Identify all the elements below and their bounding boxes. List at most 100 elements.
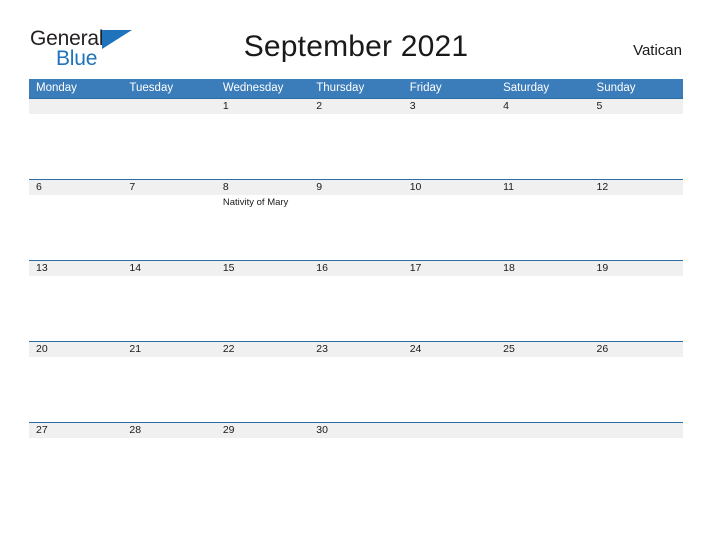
day-number: 28	[129, 424, 142, 436]
day-cell-2[interactable]: 2	[309, 99, 403, 179]
day-events	[223, 438, 302, 440]
day-number: 11	[503, 181, 515, 193]
day-cell-11[interactable]: 11	[496, 180, 590, 260]
day-events	[316, 438, 395, 440]
day-events	[410, 438, 489, 440]
week-cells: 6 7 8 Nativity of Mary 9 10 11 12	[29, 180, 683, 260]
weekday-header-wednesday: Wednesday	[222, 82, 284, 94]
day-events	[597, 276, 676, 278]
calendar-table: Monday Tuesday Wednesday Thursday Friday Satu…	[29, 79, 683, 503]
calendar-week-row: 20 21 22 23 24 25 26	[29, 341, 683, 422]
day-number: 30	[316, 424, 328, 436]
day-number: 26	[596, 343, 609, 355]
day-number: 24	[409, 343, 422, 355]
day-number: 16	[316, 262, 328, 274]
day-number: 17	[409, 262, 422, 274]
day-number: 1	[222, 100, 229, 112]
day-cell-10[interactable]: 10	[402, 180, 497, 260]
week-cells: 20 21 22 23 24 25 26	[29, 342, 683, 422]
day-cell-12[interactable]: 12	[589, 180, 683, 260]
country-label: Vatican	[633, 42, 682, 59]
day-cell-5[interactable]: 5	[589, 99, 683, 179]
day-cell-19[interactable]: 19	[589, 261, 683, 341]
day-cell-8[interactable]: 8 Nativity of Mary	[215, 180, 310, 260]
day-number-band	[122, 99, 216, 114]
day-number: 6	[36, 181, 42, 193]
holiday-event: Nativity of Mary	[222, 197, 289, 208]
day-number: 22	[222, 343, 235, 355]
day-events	[129, 438, 208, 440]
day-number-band	[589, 423, 683, 438]
day-number: 13	[36, 262, 48, 274]
day-number: 10	[409, 181, 422, 193]
day-number: 14	[129, 262, 142, 274]
day-cell-15[interactable]: 15	[215, 261, 310, 341]
calendar-weeks: 1 2 3 4 5 6 7 8 Nativity of Mary 9 10 11 12 13 14 15 16 1…	[29, 98, 683, 503]
day-cell-empty	[402, 423, 497, 503]
day-cell-29[interactable]: 29	[215, 423, 310, 503]
day-number-band	[402, 423, 497, 438]
day-number: 21	[129, 343, 142, 355]
day-cell-3[interactable]: 3	[402, 99, 497, 179]
day-number: 15	[222, 262, 235, 274]
day-cell-30[interactable]: 30	[309, 423, 403, 503]
day-events	[503, 114, 582, 116]
day-cell-16[interactable]: 16	[309, 261, 403, 341]
calendar-page: General Blue September 2021 Vatican Mond…	[0, 0, 712, 550]
day-cell-25[interactable]: 25	[496, 342, 590, 422]
day-cell-13[interactable]: 13	[29, 261, 123, 341]
day-number: 29	[222, 424, 235, 436]
day-cell-24[interactable]: 24	[402, 342, 497, 422]
weekday-header-thursday: Thursday	[316, 82, 365, 94]
day-events	[410, 114, 489, 116]
day-number: 2	[316, 100, 323, 112]
day-cell-4[interactable]: 4	[496, 99, 590, 179]
day-number-band	[496, 423, 590, 438]
day-cell-28[interactable]: 28	[122, 423, 216, 503]
day-cell-empty	[589, 423, 683, 503]
day-cell-23[interactable]: 23	[309, 342, 403, 422]
day-events	[503, 438, 582, 440]
day-number: 27	[36, 424, 48, 436]
day-cell-26[interactable]: 26	[589, 342, 683, 422]
day-events	[223, 276, 302, 278]
day-number: 23	[316, 343, 328, 355]
day-events	[597, 114, 676, 116]
day-number: 18	[503, 262, 515, 274]
weekday-header-tuesday: Tuesday	[129, 82, 174, 94]
weekday-header-row: Monday Tuesday Wednesday Thursday Friday Satu…	[29, 79, 683, 98]
day-events	[597, 195, 676, 197]
day-cell-14[interactable]: 14	[122, 261, 216, 341]
day-cell-1[interactable]: 1	[215, 99, 310, 179]
day-events	[223, 357, 302, 359]
day-number: 4	[503, 100, 509, 112]
day-events	[223, 114, 302, 116]
day-cell-7[interactable]: 7	[122, 180, 216, 260]
day-cell-6[interactable]: 6	[29, 180, 123, 260]
day-events	[129, 276, 208, 278]
day-events	[410, 357, 489, 359]
calendar-week-row: 13 14 15 16 17 18 19	[29, 260, 683, 341]
day-cell-18[interactable]: 18	[496, 261, 590, 341]
day-events	[36, 195, 115, 197]
day-cell-21[interactable]: 21	[122, 342, 216, 422]
day-cell-9[interactable]: 9	[309, 180, 403, 260]
day-cell-17[interactable]: 17	[402, 261, 497, 341]
day-number: 12	[596, 181, 609, 193]
day-cell-27[interactable]: 27	[29, 423, 123, 503]
day-cell-20[interactable]: 20	[29, 342, 123, 422]
day-events	[36, 276, 115, 278]
day-events	[503, 195, 582, 197]
day-events	[36, 114, 115, 116]
calendar-week-row: 1 2 3 4 5	[29, 98, 683, 179]
day-number: 25	[503, 343, 515, 355]
day-cell-22[interactable]: 22	[215, 342, 310, 422]
day-events	[316, 357, 395, 359]
weekday-header-sunday: Sunday	[596, 82, 636, 94]
weekday-header-saturday: Saturday	[503, 82, 550, 94]
day-events	[503, 276, 582, 278]
day-events	[410, 276, 489, 278]
weekday-header-monday: Monday	[36, 82, 77, 94]
day-events: Nativity of Mary	[223, 195, 302, 209]
calendar-week-row: 6 7 8 Nativity of Mary 9 10 11 12	[29, 179, 683, 260]
